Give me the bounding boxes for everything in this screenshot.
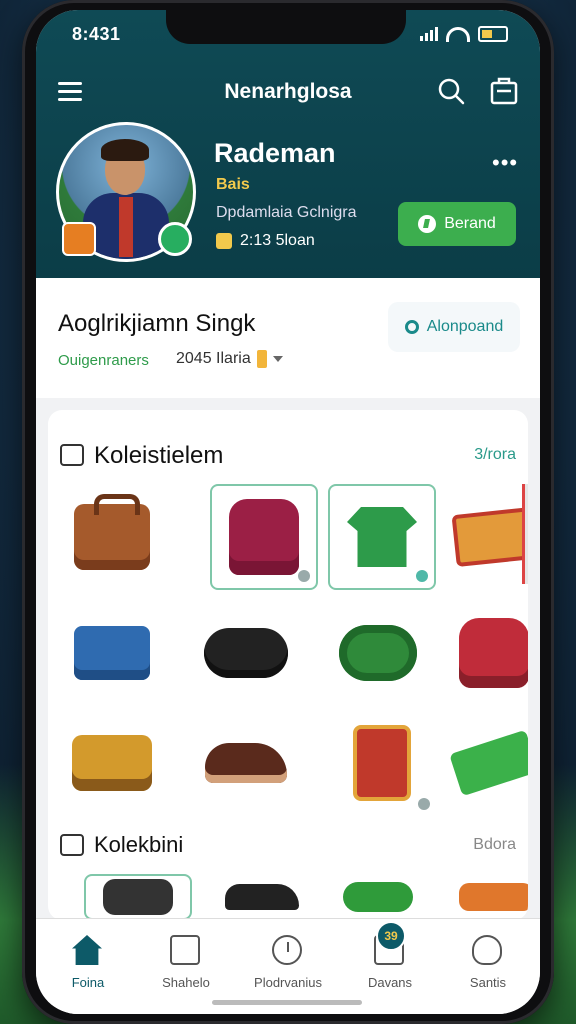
- item-dot-icon: [418, 798, 430, 810]
- item-leather-bag[interactable]: [58, 484, 166, 590]
- collection-panel: Koleistielem 3/rora Kolekbini Bdora: [48, 410, 528, 920]
- item-player-card[interactable]: [328, 710, 436, 816]
- phone-frame: 8:431 Nenarhglosa Rademan ••• Bais Dpdam…: [22, 0, 554, 1024]
- item-green-barrel[interactable]: [324, 600, 432, 706]
- roll-icon: [343, 882, 413, 912]
- action-button-label: Berand: [444, 215, 496, 232]
- avatar-hair: [101, 139, 149, 161]
- nav-davans-label: Davans: [367, 975, 413, 990]
- status-time: 8:431: [72, 23, 121, 44]
- nav-home-label: Foina: [71, 975, 105, 990]
- nav-santis[interactable]: Santis: [440, 929, 536, 990]
- gear-icon: [404, 320, 419, 334]
- item-red-backpack[interactable]: [210, 484, 318, 590]
- app-screen: 8:431 Nenarhglosa Rademan ••• Bais Dpdam…: [36, 10, 540, 1014]
- nav-home[interactable]: Foina: [40, 929, 136, 990]
- status-bar: 8:431: [72, 20, 508, 48]
- user-description: Dpdamlaia Gclnigra: [216, 204, 357, 221]
- bolt-icon: [418, 215, 437, 233]
- item-dark-gear[interactable]: [84, 874, 192, 920]
- shoe-icon: [205, 743, 287, 783]
- profile-header: 8:431 Nenarhglosa Rademan ••• Bais Dpdam…: [36, 10, 540, 278]
- search-icon[interactable]: [436, 76, 466, 106]
- document-icon: [170, 935, 200, 965]
- nav-shahelo-label: Shahelo: [162, 975, 210, 990]
- collection-view-all[interactable]: 3/rora: [474, 446, 516, 464]
- info-subtitle[interactable]: Ouigenraners: [58, 352, 149, 369]
- bag-item-icon: [459, 883, 528, 911]
- selected-dot-icon: [416, 570, 428, 582]
- wifi-icon: [446, 26, 470, 42]
- info-action-button[interactable]: Alonpoand: [388, 302, 520, 352]
- info-card: Aoglrikjiamn Singk Ouigenraners 2045 Ila…: [36, 278, 540, 398]
- collection-view-all-2[interactable]: Bdora: [473, 836, 516, 854]
- bag-icon[interactable]: [488, 74, 520, 106]
- gamepad-icon: [204, 628, 288, 678]
- crest-icon: [451, 506, 528, 568]
- home-indicator[interactable]: [212, 1000, 362, 1005]
- user-name: Rademan: [214, 138, 336, 168]
- nav-plodrvanius-label: Plodrvanius: [254, 975, 322, 990]
- player-card-icon: [353, 725, 411, 801]
- avatar-stripe: [119, 197, 133, 257]
- nav-plodrvanius[interactable]: Plodrvanius: [240, 929, 336, 990]
- leather-bag-icon: [74, 494, 150, 570]
- user-tag: Bais: [216, 176, 250, 193]
- clock-icon: [272, 935, 302, 965]
- coin-balance: 2:13 5loan: [216, 232, 315, 250]
- action-button[interactable]: Berand: [398, 202, 516, 246]
- item-blue-case[interactable]: [58, 600, 166, 706]
- gear-item-icon: [103, 879, 173, 915]
- item-shoe[interactable]: [192, 710, 300, 816]
- notification-badge: 39: [376, 921, 406, 951]
- status-badge-icon: [158, 222, 192, 256]
- collection-title-2: Kolekbini: [94, 832, 184, 857]
- item-gold-chest[interactable]: [58, 710, 166, 816]
- top-bar: Nenarhglosa: [36, 72, 540, 112]
- nav-santis-label: Santis: [469, 975, 507, 990]
- item-black-shoe[interactable]: [208, 874, 316, 920]
- info-action-label: Alonpoand: [426, 318, 504, 335]
- info-title: Aoglrikjiamn Singk: [58, 310, 256, 337]
- pack-icon: [459, 618, 528, 688]
- scroll-peek: [522, 484, 528, 584]
- item-red-pack[interactable]: [440, 600, 528, 706]
- collection-header: Koleistielem 3/rora: [60, 438, 516, 472]
- shoe-icon: [225, 884, 299, 910]
- info-meta[interactable]: 2045 Ilaria: [176, 350, 283, 368]
- chest-icon: [72, 735, 152, 791]
- item-green-roll[interactable]: [324, 874, 432, 920]
- item-green-jersey[interactable]: [328, 484, 436, 590]
- avatar[interactable]: [56, 122, 196, 262]
- backpack-icon: [229, 499, 299, 575]
- chevron-down-icon: [272, 356, 283, 362]
- collection-header-2: Kolekbini Bdora: [60, 828, 516, 862]
- coin-amount: 2:13 5loan: [240, 232, 315, 249]
- level-badge-icon: [62, 222, 96, 256]
- folder-icon: [60, 834, 84, 856]
- more-icon[interactable]: •••: [492, 150, 518, 176]
- jersey-icon: [347, 507, 417, 567]
- collection-title: Koleistielem: [94, 442, 224, 469]
- toolbox-icon: [74, 626, 150, 680]
- item-gamepad[interactable]: [192, 600, 300, 706]
- info-meta-text: 2045 Ilaria: [176, 350, 251, 367]
- status-icons: [420, 26, 508, 42]
- selected-dot-icon: [298, 570, 310, 582]
- folder-icon: [60, 444, 84, 466]
- coin-icon: [216, 233, 232, 249]
- ribbon-icon: [449, 729, 528, 797]
- nav-shahelo[interactable]: Shahelo: [138, 929, 234, 990]
- item-crest[interactable]: [440, 484, 528, 590]
- item-orange-bag[interactable]: [442, 874, 528, 920]
- tag-icon: [256, 350, 267, 368]
- user-icon: [472, 935, 502, 965]
- barrel-icon: [339, 625, 417, 681]
- signal-icon: [420, 27, 438, 41]
- nav-davans[interactable]: 39 Davans: [342, 921, 438, 990]
- home-icon: [72, 935, 102, 965]
- battery-icon: [478, 26, 508, 42]
- item-ribbon[interactable]: [440, 710, 528, 816]
